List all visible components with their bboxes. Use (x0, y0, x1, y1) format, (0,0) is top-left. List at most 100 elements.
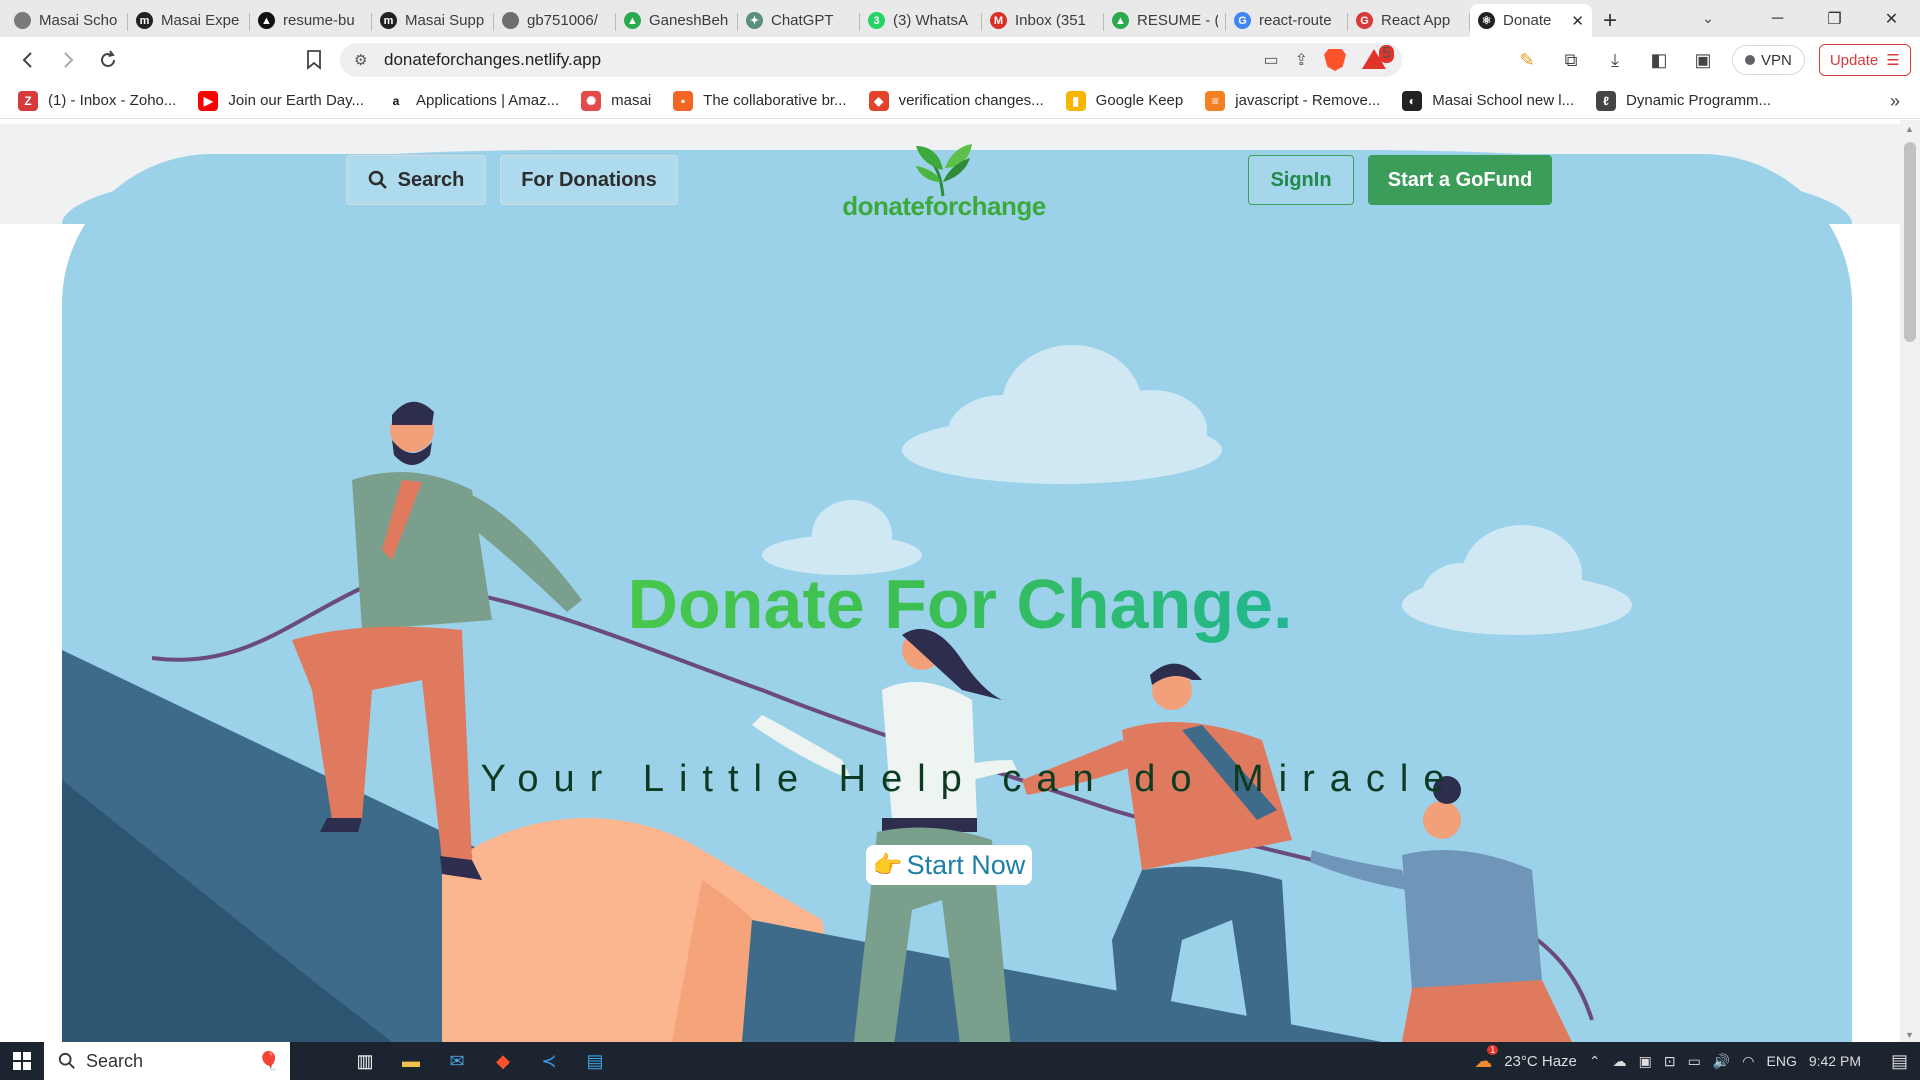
wallet-icon[interactable]: ▣ (1688, 50, 1718, 71)
windows-logo-icon (13, 1052, 31, 1070)
sidebar-icon[interactable]: ◧ (1644, 50, 1674, 71)
brave-rewards-icon[interactable]: 5 (1362, 45, 1394, 71)
browser-tab[interactable]: ✦ ChatGPT (738, 4, 860, 37)
signin-label: SignIn (1270, 168, 1332, 191)
bookmark-item[interactable]: Z (1) - Inbox - Zoho... (18, 90, 177, 111)
search-button[interactable]: Search (346, 155, 486, 205)
wifi-icon[interactable]: ◠ (1742, 1053, 1754, 1070)
bookmark-item[interactable]: ▮ Google Keep (1065, 90, 1183, 111)
start-gofund-label: Start a GoFund (1387, 168, 1533, 191)
close-window-button[interactable]: ✕ (1863, 0, 1920, 37)
browser-tab[interactable]: Masai Scho (6, 4, 128, 37)
tab-favicon-icon: m (380, 12, 397, 29)
site-logo[interactable]: donateforchange (838, 138, 1050, 222)
battery-icon[interactable]: ▭ (1688, 1053, 1701, 1070)
bookmarks-bar: Z (1) - Inbox - Zoho... ▶ Join our Earth Da… (0, 83, 1920, 119)
minimize-button[interactable]: ─ (1749, 0, 1806, 37)
taskbar-search-box[interactable]: Search 🎈 (44, 1042, 290, 1080)
task-view-icon[interactable]: ▥ (346, 1042, 384, 1080)
browser-tab[interactable]: G React App (1348, 4, 1470, 37)
browser-tab[interactable]: m Masai Expe (128, 4, 250, 37)
onedrive-icon[interactable]: ☁ (1613, 1053, 1627, 1070)
page-scrollbar[interactable]: ▲ ▼ (1900, 120, 1920, 1042)
browser-tab[interactable]: ⚛ Donate ✕ (1470, 4, 1592, 37)
bookmarks-overflow-chevron-icon[interactable]: » (1890, 91, 1900, 112)
scroll-down-arrow-icon[interactable]: ▼ (1905, 1030, 1914, 1040)
new-tab-button[interactable]: + (1592, 4, 1628, 37)
taskbar-search-icon (58, 1052, 75, 1069)
browser-tab[interactable]: ▲ resume-bu (250, 4, 372, 37)
browser-tab[interactable]: m Masai Supp (372, 4, 494, 37)
back-button[interactable] (8, 40, 48, 80)
browser-tab[interactable]: 3 (3) WhatsA (860, 4, 982, 37)
browser-tab[interactable]: M Inbox (351 (982, 4, 1104, 37)
weather-text[interactable]: 23°C Haze (1504, 1053, 1577, 1070)
menu-icon: ☰ (1886, 52, 1900, 69)
weather-badge: 1 (1487, 1044, 1499, 1055)
tab-strip: Masai Scho m Masai Expe ▲ resume-bu m Masai Su… (0, 0, 1920, 37)
share-icon[interactable]: ⇪ (1295, 50, 1308, 70)
pencil-extension-icon[interactable]: ✎ (1512, 50, 1542, 71)
start-now-button[interactable]: 👉 Start Now (866, 845, 1032, 885)
bookmark-item[interactable]: ✺ masai (581, 90, 651, 111)
notifications-icon[interactable]: ▤ (1891, 1051, 1908, 1072)
close-tab-icon[interactable]: ✕ (1571, 12, 1584, 30)
site-settings-icon[interactable]: ⚙ (354, 51, 384, 69)
tab-title: React App (1381, 12, 1451, 29)
restore-button[interactable]: ❐ (1806, 0, 1863, 37)
window-controls: ─ ❐ ✕ (1749, 0, 1920, 37)
address-bar[interactable]: ⚙ donateforchanges.netlify.app ▭ ⇪ 5 (340, 43, 1402, 77)
bookmark-item[interactable]: a Applications | Amaz... (386, 90, 559, 111)
weather-icon[interactable]: ☁ 1 (1474, 1044, 1499, 1072)
scrollbar-thumb[interactable] (1904, 142, 1916, 342)
tray-chevron-up-icon[interactable]: ⌃ (1589, 1053, 1601, 1070)
bookmark-item[interactable]: ≡ javascript - Remove... (1205, 90, 1381, 111)
browser-tab[interactable]: ▲ RESUME - ( (1104, 4, 1226, 37)
update-button[interactable]: Update ☰ (1818, 44, 1911, 76)
bookmark-label: javascript - Remove... (1235, 92, 1381, 109)
bookmark-label: Masai School new l... (1432, 92, 1575, 109)
for-donations-button[interactable]: For Donations (500, 155, 678, 205)
scroll-up-arrow-icon[interactable]: ▲ (1905, 124, 1914, 134)
url-text[interactable]: donateforchanges.netlify.app (384, 50, 1263, 70)
brave-browser-icon[interactable]: ◆ (484, 1042, 522, 1080)
signin-button[interactable]: SignIn (1248, 155, 1354, 205)
bookmark-page-button[interactable] (294, 40, 334, 80)
start-button[interactable] (0, 1042, 44, 1080)
start-gofund-button[interactable]: Start a GoFund (1368, 155, 1552, 205)
vscode-icon[interactable]: ≺ (530, 1042, 568, 1080)
mail-icon[interactable]: ✉ (438, 1042, 476, 1080)
tab-search-chevron-icon[interactable]: ⌄ (1688, 0, 1728, 37)
tab-favicon-icon: G (1234, 12, 1251, 29)
reload-button[interactable] (88, 40, 128, 80)
bookmark-label: The collaborative br... (703, 92, 847, 109)
capture-icon[interactable]: ⊡ (1664, 1053, 1676, 1070)
clock[interactable]: 9:42 PM (1809, 1053, 1861, 1069)
browser-tab[interactable]: Greact-route (1226, 4, 1348, 37)
cast-icon[interactable]: ▭ (1263, 50, 1278, 70)
vpn-button[interactable]: VPN (1732, 45, 1805, 75)
extensions-puzzle-icon[interactable]: ⧉ (1556, 50, 1586, 71)
meet-now-icon[interactable]: ▣ (1639, 1053, 1652, 1070)
bookmark-item[interactable]: ◆ verification changes... (868, 90, 1044, 111)
person-four-figure (1310, 776, 1572, 1042)
bookmark-item[interactable]: ▶ Join our Earth Day... (198, 90, 365, 111)
reload-icon (101, 50, 115, 67)
language-indicator[interactable]: ENG (1767, 1053, 1797, 1069)
bookmark-item[interactable]: ▪ The collaborative br... (673, 90, 847, 111)
bookmark-item[interactable]: ℓ Dynamic Programm... (1596, 90, 1771, 111)
bookmark-favicon-icon: Z (18, 90, 38, 111)
brave-shields-icon[interactable] (1324, 49, 1346, 71)
browser-tab[interactable]: gb751006/ (494, 4, 616, 37)
bookmark-label: (1) - Inbox - Zoho... (48, 92, 177, 109)
browser-tab[interactable]: ▲ GaneshBeh (616, 4, 738, 37)
forward-button[interactable] (48, 40, 88, 80)
outlook-icon[interactable]: ▤ (576, 1042, 614, 1080)
bookmark-label: Join our Earth Day... (228, 92, 365, 109)
volume-icon[interactable]: 🔊 (1713, 1053, 1730, 1070)
bookmark-item[interactable]: ◐ Masai School new l... (1402, 90, 1575, 111)
hero-subtitle: Your Little Help can do Miracle (480, 758, 1460, 800)
file-explorer-icon[interactable]: ▬ (392, 1042, 430, 1080)
download-icon[interactable]: ⤓ (1600, 50, 1630, 71)
tab-title: gb751006/ (527, 12, 598, 29)
